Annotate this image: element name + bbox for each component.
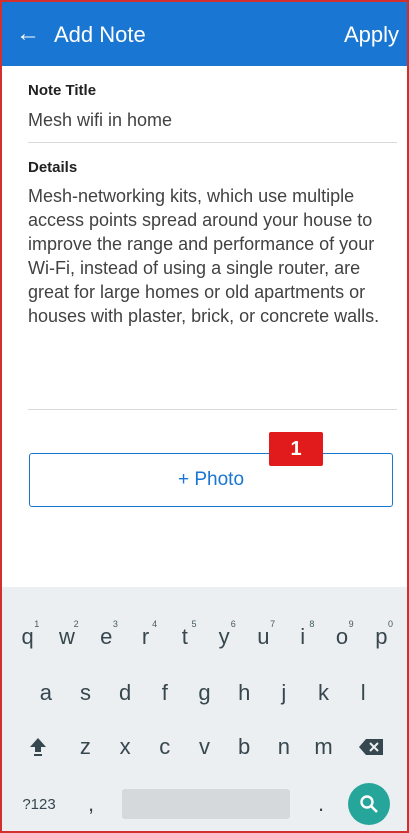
key-z[interactable]: z [66, 727, 106, 767]
comma-key[interactable]: , [66, 791, 116, 817]
key-o[interactable]: 9o [322, 617, 361, 657]
keyboard-row-4: ?123 , . [2, 781, 407, 827]
key-d[interactable]: d [105, 673, 145, 713]
screen: ← Add Note Apply Note Title Mesh wifi in… [0, 0, 409, 833]
keyboard-row-3: z x c v b n m [2, 727, 407, 767]
note-title-underline [28, 142, 397, 143]
key-m[interactable]: m [304, 727, 344, 767]
key-l[interactable]: l [343, 673, 383, 713]
key-u[interactable]: 7u [244, 617, 283, 657]
shift-icon[interactable] [10, 727, 66, 767]
period-key[interactable]: . [296, 791, 346, 817]
key-k[interactable]: k [304, 673, 344, 713]
space-bar[interactable] [116, 789, 296, 819]
key-w[interactable]: 2w [47, 617, 86, 657]
back-arrow-icon[interactable]: ← [16, 18, 40, 50]
page-title: Add Note [54, 22, 146, 47]
key-s[interactable]: s [66, 673, 106, 713]
key-i[interactable]: 8i [283, 617, 322, 657]
key-e[interactable]: 3e [87, 617, 126, 657]
key-a[interactable]: a [26, 673, 66, 713]
key-r[interactable]: 4r [126, 617, 165, 657]
apply-button[interactable]: Apply [344, 20, 399, 50]
details-underline [28, 409, 397, 410]
symbols-key[interactable]: ?123 [12, 796, 66, 813]
annotation-badge: 1 [269, 432, 323, 466]
key-b[interactable]: b [224, 727, 264, 767]
details-input[interactable]: Mesh-networking kits, which use multiple… [28, 184, 400, 328]
search-icon [348, 783, 390, 825]
app-bar: ← Add Note Apply [2, 2, 407, 66]
key-h[interactable]: h [224, 673, 264, 713]
key-y[interactable]: 6y [204, 617, 243, 657]
details-label: Details [28, 159, 78, 176]
note-title-label: Note Title [28, 82, 97, 99]
key-t[interactable]: 5t [165, 617, 204, 657]
key-j[interactable]: j [264, 673, 304, 713]
key-g[interactable]: g [185, 673, 225, 713]
search-key[interactable] [346, 783, 392, 825]
add-photo-button[interactable]: + Photo [29, 453, 393, 507]
soft-keyboard: 1q 2w 3e 4r 5t 6y 7u 8i 9o 0p a s d f g … [2, 587, 407, 831]
key-f[interactable]: f [145, 673, 185, 713]
keyboard-row-1: 1q 2w 3e 4r 5t 6y 7u 8i 9o 0p [2, 617, 407, 657]
key-v[interactable]: v [185, 727, 225, 767]
key-c[interactable]: c [145, 727, 185, 767]
key-x[interactable]: x [105, 727, 145, 767]
note-title-input[interactable]: Mesh wifi in home [28, 110, 172, 131]
key-n[interactable]: n [264, 727, 304, 767]
key-q[interactable]: 1q [8, 617, 47, 657]
keyboard-row-2: a s d f g h j k l [2, 673, 407, 713]
backspace-icon[interactable] [343, 727, 399, 767]
key-p[interactable]: 0p [362, 617, 401, 657]
